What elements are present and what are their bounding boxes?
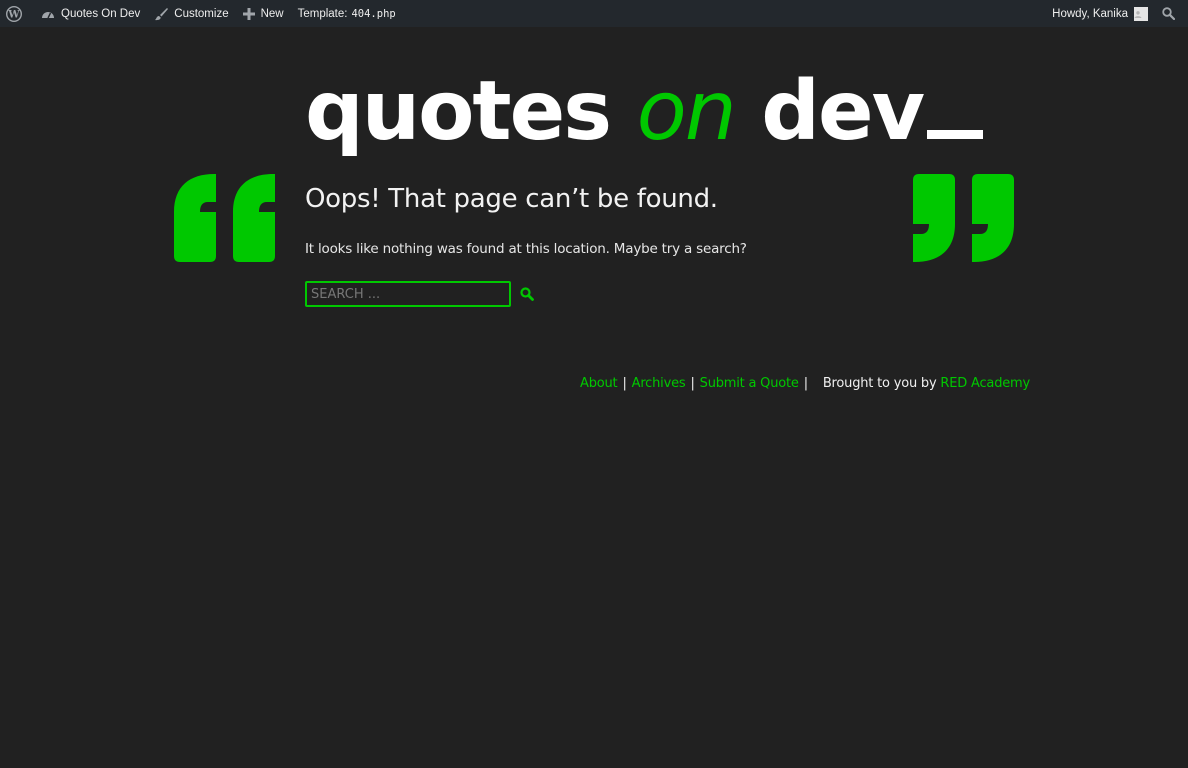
footer-separator: | xyxy=(690,376,695,391)
customize-link[interactable]: Customize xyxy=(147,0,235,27)
admin-bar-left: W Quotes On Dev Customize New Template: … xyxy=(0,0,403,27)
logo-word-dev: dev xyxy=(761,64,925,159)
logo-word-quotes: quotes xyxy=(305,64,612,159)
dashboard-icon xyxy=(42,11,54,18)
search-submit-button[interactable] xyxy=(520,287,534,301)
admin-search-button[interactable] xyxy=(1155,0,1188,27)
svg-text:W: W xyxy=(7,9,20,20)
admin-bar: W Quotes On Dev Customize New Template: … xyxy=(0,0,1188,27)
site-footer: About | Archives | Submit a Quote | Brought t… xyxy=(580,376,1030,391)
footer-link-submit-quote[interactable]: Submit a Quote xyxy=(700,376,799,391)
close-quote-icon xyxy=(913,174,1014,262)
new-content-menu[interactable]: New xyxy=(236,0,291,27)
template-file: 404.php xyxy=(351,7,396,20)
not-found-message: It looks like nothing was found at this … xyxy=(305,241,747,257)
user-avatar-icon xyxy=(1134,10,1142,18)
search-icon xyxy=(520,287,534,301)
new-label: New xyxy=(260,7,284,20)
footer-credit-link[interactable]: RED Academy xyxy=(940,376,1030,391)
search-icon xyxy=(1162,7,1175,20)
logo-word-on: on xyxy=(636,64,737,159)
avatar xyxy=(1134,6,1148,21)
wordpress-logo-menu[interactable]: W xyxy=(0,0,34,27)
site-name-menu[interactable]: Quotes On Dev xyxy=(34,0,147,27)
paintbrush-icon xyxy=(155,7,169,20)
site-logo[interactable]: quotes on dev xyxy=(305,62,984,162)
wordpress-icon: W xyxy=(6,5,22,22)
customize-label: Customize xyxy=(174,7,229,20)
howdy-label: Howdy, Kanika xyxy=(1052,7,1128,20)
site-name-label: Quotes On Dev xyxy=(61,7,141,20)
admin-bar-right: Howdy, Kanika xyxy=(1045,0,1188,27)
search-input[interactable] xyxy=(305,281,511,307)
footer-link-archives[interactable]: Archives xyxy=(632,376,686,391)
template-info: Template: 404.php xyxy=(291,0,403,27)
my-account-menu[interactable]: Howdy, Kanika xyxy=(1045,0,1155,27)
open-quote-icon xyxy=(174,174,275,262)
search-form xyxy=(305,281,534,307)
footer-credit-text: Brought to you by xyxy=(822,376,937,391)
footer-separator: | xyxy=(803,376,808,391)
footer-separator: | xyxy=(622,376,627,391)
page-title: Oops! That page can’t be found. xyxy=(305,184,718,214)
template-label: Template: xyxy=(297,7,348,20)
plus-icon xyxy=(242,7,255,20)
footer-link-about[interactable]: About xyxy=(580,376,618,391)
logo-cursor-underscore xyxy=(927,130,984,139)
